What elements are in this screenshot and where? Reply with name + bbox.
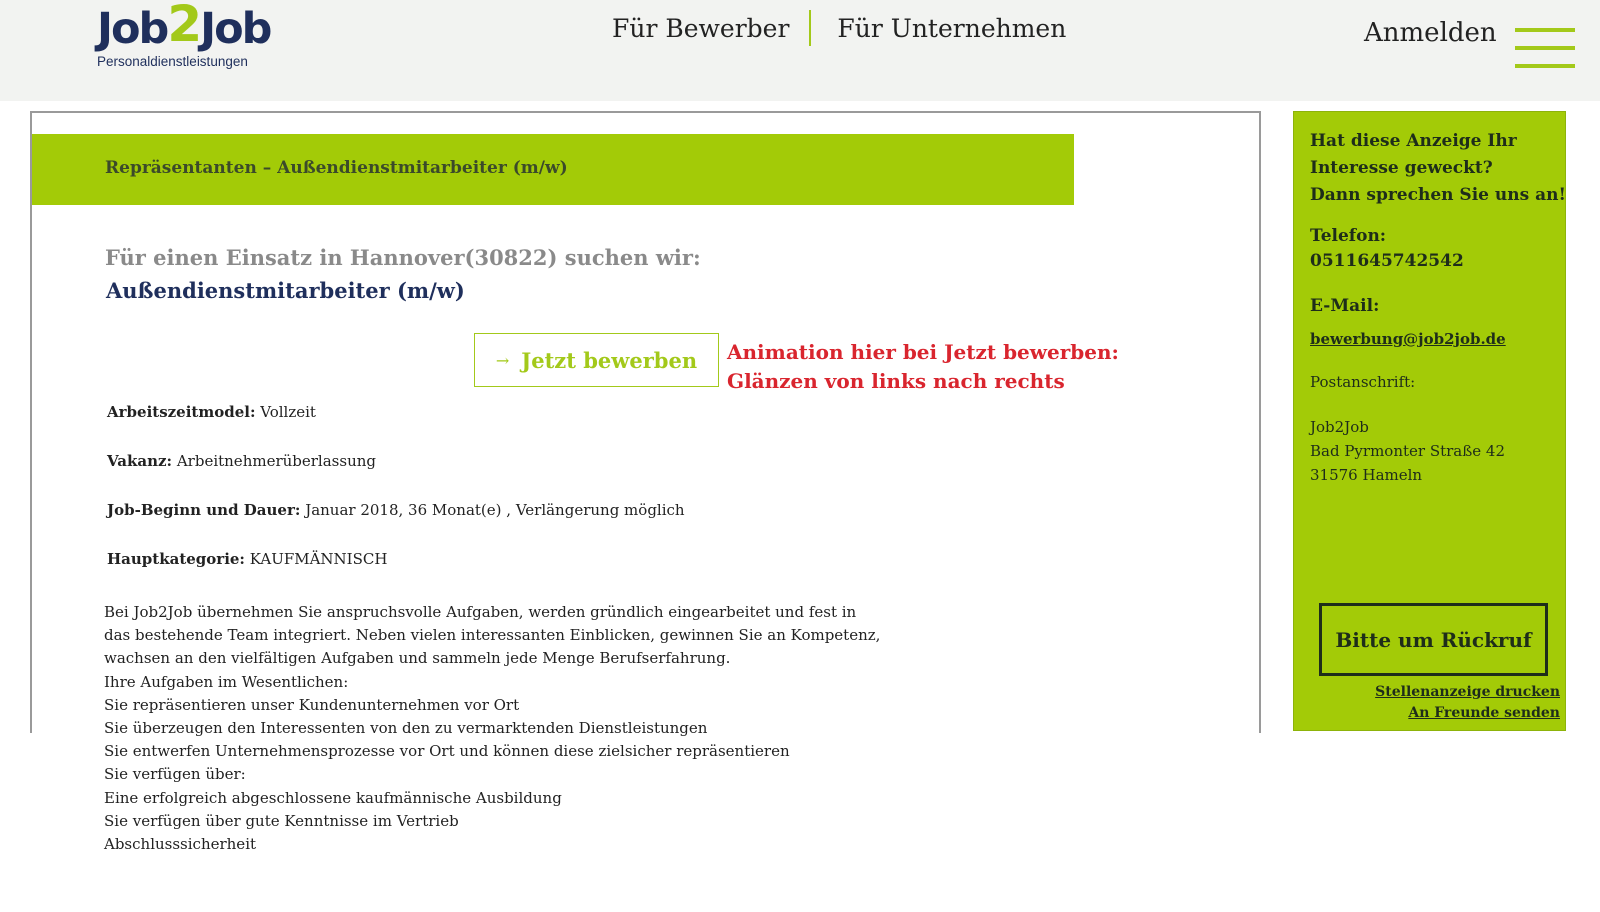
logo-tagline: Personaldienstleistungen — [97, 54, 248, 69]
description-line: das bestehende Team integriert. Neben vi… — [104, 626, 881, 645]
detail-row: Hauptkategorie: KAUFMÄNNISCH — [107, 550, 388, 568]
description-line: Sie repräsentieren unser Kundenunternehm… — [104, 695, 520, 714]
description-line: Bei Job2Job übernehmen Sie anspruchsvoll… — [104, 603, 857, 621]
annotation-note: Animation hier bei Jetzt bewerben: Glänz… — [727, 340, 1119, 393]
nav-divider — [809, 10, 812, 46]
job-details: Arbeitszeitmodel: Vollzeit Vakanz: Arbei… — [107, 403, 685, 599]
nav-fuer-unternehmen[interactable]: Für Unternehmen — [837, 14, 1066, 43]
main-nav: Für Bewerber Für Unternehmen — [612, 10, 1066, 46]
detail-row: Vakanz: Arbeitnehmerüberlassung — [107, 452, 376, 470]
description-line: Abschlusssicherheit — [104, 835, 257, 854]
job2job-logo[interactable]: Job2Job Personaldienstleistungen — [97, 0, 272, 69]
site-header: Job2Job Personaldienstleistungen Für Bew… — [0, 0, 1600, 101]
hamburger-menu-icon[interactable] — [1515, 28, 1575, 72]
description-line: Sie überzeugen den Interessenten von den… — [104, 719, 708, 738]
phone-number[interactable]: 0511645742542 — [1310, 251, 1464, 271]
description-line: wachsen an den vielfältigen Aufgaben und… — [104, 649, 731, 668]
job-position: Außendienstmitarbeiter (m/w) — [106, 278, 465, 303]
postal-label: Postanschrift: — [1310, 373, 1416, 391]
email-link[interactable]: bewerbung@job2job.de — [1310, 330, 1506, 348]
contact-sidebar: Hat diese Anzeige Ihr Interesse geweckt?… — [1293, 111, 1566, 731]
job-intro: Für einen Einsatz in Hannover(30822) suc… — [105, 245, 701, 270]
job-ad-heading: Repräsentanten – Außendienstmitarbeiter … — [105, 158, 568, 178]
send-to-friends-link[interactable]: An Freunde senden — [1408, 705, 1560, 721]
detail-row: Job-Beginn und Dauer: Januar 2018, 36 Mo… — [107, 501, 685, 519]
nav-fuer-bewerber[interactable]: Für Bewerber — [612, 14, 789, 43]
description-line: Sie entwerfen Unternehmensprozesse vor O… — [104, 742, 790, 761]
print-ad-link[interactable]: Stellenanzeige drucken — [1375, 684, 1560, 700]
description-line: Sie verfügen über: — [104, 765, 246, 784]
job-title-bar: Repräsentanten – Außendienstmitarbeiter … — [32, 134, 1074, 205]
phone-label: Telefon: — [1310, 226, 1387, 246]
detail-row: Arbeitszeitmodel: Vollzeit — [107, 403, 316, 421]
login-link[interactable]: Anmelden — [1364, 18, 1497, 48]
postal-address: Job2Job Bad Pyrmonter Straße 42 31576 Ha… — [1310, 418, 1505, 484]
email-label: E-Mail: — [1310, 296, 1380, 316]
apply-button-label: Jetzt bewerben — [521, 347, 698, 373]
sidebar-heading: Hat diese Anzeige Ihr Interesse geweckt?… — [1310, 131, 1566, 205]
description-line: Ihre Aufgaben im Wesentlichen: — [104, 672, 349, 691]
description-line: Eine erfolgreich abgeschlossene kaufmänn… — [104, 788, 562, 807]
callback-button[interactable]: Bitte um Rückruf — [1319, 603, 1548, 676]
job-description: Bei Job2Job übernehmen Sie anspruchsvoll… — [104, 601, 880, 856]
logo-wordmark: Job2Job — [97, 0, 272, 54]
description-line: Sie verfügen über gute Kenntnisse im Ver… — [104, 811, 459, 830]
apply-button[interactable]: → Jetzt bewerben — [474, 333, 719, 387]
arrow-right-icon: → — [495, 350, 510, 370]
